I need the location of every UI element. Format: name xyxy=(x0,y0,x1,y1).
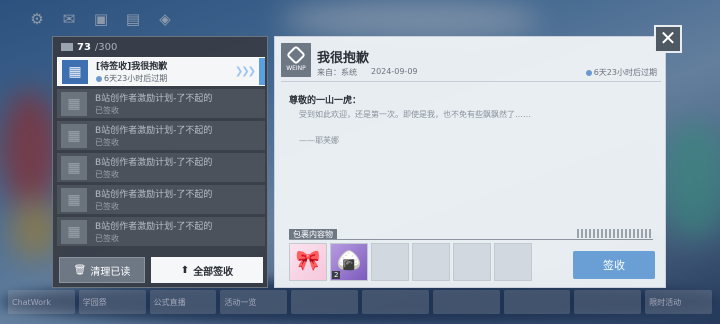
lucky-charm-icon: 🍙 xyxy=(336,248,362,272)
mail-title: B站创作者激励计划-了不起的 xyxy=(95,158,213,168)
item-quantity: 2 xyxy=(332,271,341,279)
attachment-item[interactable]: 🍙 2 xyxy=(330,243,368,281)
mail-item[interactable]: ▦ B站创作者激励计划-了不起的 已签收 xyxy=(57,89,265,118)
package-icon: ▦ xyxy=(62,59,88,84)
mail-status: 已签收 xyxy=(95,202,119,211)
mail-item[interactable]: ▦ B站创作者激励计划-了不起的 已签收 xyxy=(57,121,265,150)
mail-expire: 6天23小时后过期 xyxy=(96,73,226,84)
mail-date: 2024-09-09 xyxy=(371,67,418,76)
mail-title: B站创作者激励计划-了不起的 xyxy=(95,190,213,200)
mail-status: 已签收 xyxy=(95,138,119,147)
package-icon: ▦ xyxy=(61,155,87,180)
mail-status: 已签收 xyxy=(95,234,119,243)
mail-item-selected[interactable]: ▦ [待签收]我很抱歉 6天23小时后过期 ❯❯❯ xyxy=(57,57,265,86)
mail-count-total: /300 xyxy=(94,41,118,53)
clock-icon xyxy=(96,75,102,82)
mail-icon xyxy=(61,43,73,51)
divider xyxy=(281,81,661,82)
package-icon: ▦ xyxy=(61,123,87,148)
mail-expire-text: 6天23小时后过期 xyxy=(593,68,657,77)
mail-list: ▦ [待签收]我很抱歉 6天23小时后过期 ❯❯❯ ▦ B站创作者激励计划-了不… xyxy=(57,57,265,249)
attachment-slot-empty xyxy=(494,243,532,281)
attachment-slot-empty xyxy=(371,243,409,281)
package-icon: ▦ xyxy=(61,187,87,212)
mail-greeting: 尊敬的一山一虎： xyxy=(289,96,362,106)
chevron-right-icon: ❯❯❯ xyxy=(234,66,256,77)
close-icon[interactable]: ✕ xyxy=(654,25,682,53)
mail-title: B站创作者激励计划-了不起的 xyxy=(95,94,213,104)
sender-logo: WEINP xyxy=(281,43,311,77)
logo-icon xyxy=(286,45,306,65)
mail-count-value: 73 xyxy=(77,41,91,53)
mail-meta: 来自：系统 2024-09-09 xyxy=(317,67,418,78)
claim-button[interactable]: 签收 xyxy=(573,251,655,279)
mail-title: B站创作者激励计划-了不起的 xyxy=(95,126,213,136)
mail-item[interactable]: ▦ B站创作者激励计划-了不起的 已签收 xyxy=(57,153,265,182)
mail-body: 受到如此欢迎，还是第一次。即使是我，也不免有些飘飘然了…… xyxy=(299,110,531,119)
claim-all-button[interactable]: ⬆ 全部签收 xyxy=(151,257,263,283)
mail-title: B站创作者激励计划-了不起的 xyxy=(95,222,213,232)
attachment-item[interactable]: 🎀 xyxy=(289,243,327,281)
attachment-slot-empty xyxy=(412,243,450,281)
mail-item[interactable]: ▦ B站创作者激励计划-了不起的 已签收 xyxy=(57,217,265,246)
mail-detail-panel: WEINP 我很抱歉 来自：系统 2024-09-09 6天23小时后过期 尊敬… xyxy=(274,36,666,288)
character-gift-icon: 🎀 xyxy=(295,248,321,272)
mail-list-panel: 73 /300 ▦ [待签收]我很抱歉 6天23小时后过期 ❯❯❯ ▦ B站创作… xyxy=(52,36,268,288)
clear-read-label: 清理已读 xyxy=(90,266,131,278)
package-icon: ▦ xyxy=(61,219,87,244)
mail-expire-text: 6天23小时后过期 xyxy=(104,74,168,83)
divider xyxy=(289,239,653,240)
mail-item[interactable]: ▦ B站创作者激励计划-了不起的 已签收 xyxy=(57,185,265,214)
clear-read-button[interactable]: 🗑 清理已读 xyxy=(59,257,145,283)
claim-icon: ⬆ xyxy=(180,264,190,276)
trash-icon: 🗑 xyxy=(73,264,87,276)
claim-all-label: 全部签收 xyxy=(193,266,234,278)
mail-title: [待签收]我很抱歉 xyxy=(96,62,168,72)
mail-detail-title: 我很抱歉 xyxy=(317,51,370,66)
mail-actions: 🗑 清理已读 ⬆ 全部签收 xyxy=(59,257,263,283)
barcode-decor xyxy=(577,229,653,238)
mail-expire: 6天23小时后过期 xyxy=(585,67,657,78)
package-icon: ▦ xyxy=(61,91,87,116)
mail-sender: 来自：系统 xyxy=(317,68,357,77)
logo-text: WEINP xyxy=(286,65,306,72)
mail-status: 已签收 xyxy=(95,170,119,179)
mail-signature: ——耶芙娜 xyxy=(299,136,339,145)
mail-count: 73 /300 xyxy=(53,37,267,57)
attachment-slot-empty xyxy=(453,243,491,281)
mail-status: 已签收 xyxy=(95,106,119,115)
clock-icon xyxy=(585,69,592,76)
attachment-slots: 🎀 🍙 2 xyxy=(289,243,532,281)
